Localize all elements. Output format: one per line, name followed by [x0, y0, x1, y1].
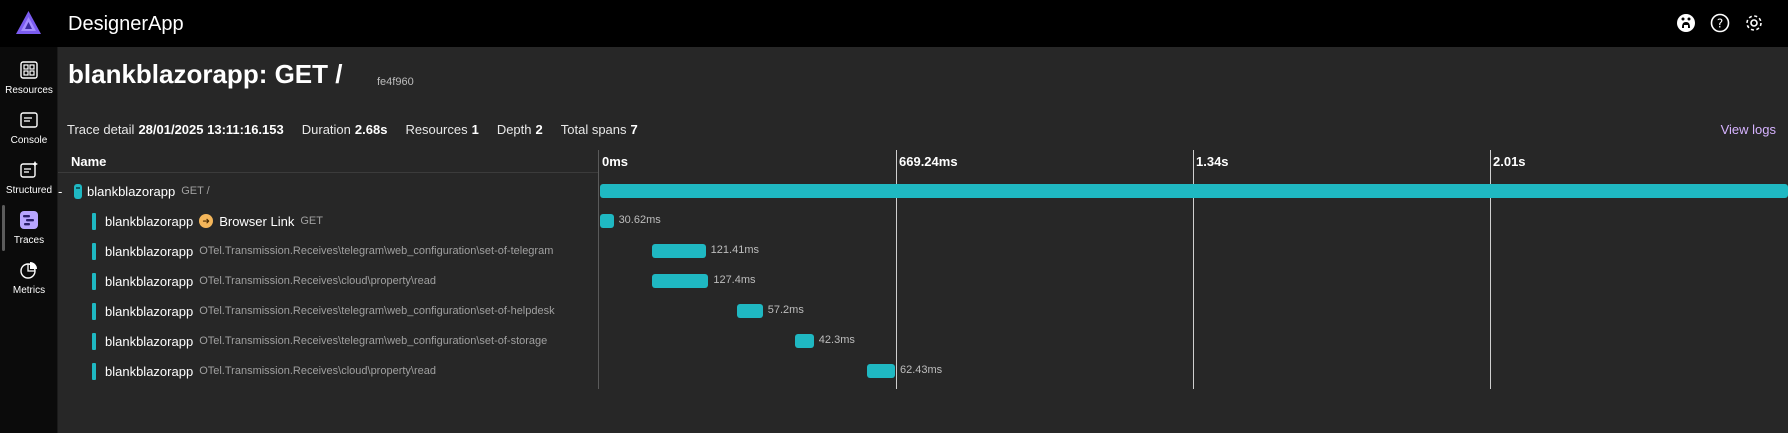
timeline-tick-label: 2.01s [1493, 154, 1526, 169]
service-color-bar [92, 242, 96, 260]
span-duration-bar[interactable] [651, 244, 706, 258]
sidebar-item-label: Metrics [12, 285, 46, 296]
sidebar-item-structured[interactable]: Structured [0, 153, 58, 203]
span-service-name: blankblazorapp [105, 363, 194, 379]
app-logo-icon[interactable] [16, 11, 41, 34]
top-icons: ? [1675, 12, 1765, 34]
span-duration-label: 30.62ms [618, 214, 661, 226]
span-name-cell: blankblazorapp OTel.Transmission.Receives… [92, 356, 436, 386]
span-name-cell: blankblazorapp OTel.Transmission.Receives… [92, 236, 553, 266]
sidebar: Resources Console Structured Traces Metr… [0, 47, 58, 433]
collapse-toggle-icon[interactable]: - [58, 184, 70, 199]
span-operation-name: GET / [181, 185, 210, 197]
span-row[interactable]: blankblazorapp ➜ Browser Link GET 30.62ms [58, 206, 1788, 236]
page-title: blankblazorapp: GET / [68, 59, 343, 89]
span-row[interactable]: blankblazorapp OTel.Transmission.Receives… [58, 356, 1788, 386]
svg-text:?: ? [1717, 17, 1723, 31]
name-column-header[interactable]: Name [71, 154, 106, 169]
span-name-cell: - blankblazorapp GET / [58, 176, 210, 206]
depth-value: 2 [535, 122, 543, 137]
span-row[interactable]: blankblazorapp OTel.Transmission.Receives… [58, 266, 1788, 296]
span-duration-bar[interactable] [600, 184, 1788, 198]
span-duration-label: 127.4ms [713, 274, 756, 286]
span-operation-name: OTel.Transmission.Receives\telegram\web_… [199, 305, 555, 317]
service-color-bar [92, 362, 96, 380]
view-logs-link[interactable]: View logs [1721, 122, 1776, 137]
console-icon [18, 109, 40, 131]
span-duration-label: 42.3ms [818, 334, 855, 346]
metrics-icon [18, 259, 40, 281]
trace-grid: Name 0ms 669.24ms 1.34s 2.01s - blankblazorap… [58, 150, 1788, 433]
span-operation-name: OTel.Transmission.Receives\telegram\web_… [199, 335, 548, 347]
settings-icon[interactable] [1743, 12, 1765, 34]
total-spans-label: Total spans [560, 122, 627, 137]
span-duration-bar[interactable] [867, 364, 895, 378]
span-row[interactable]: blankblazorapp OTel.Transmission.Receives… [58, 326, 1788, 356]
depth-label: Depth [496, 122, 532, 137]
span-service-name: blankblazorapp [105, 303, 194, 319]
timeline-tick-label: 669.24ms [899, 154, 958, 169]
sidebar-item-label: Resources [5, 85, 53, 96]
service-color-bar [92, 332, 96, 350]
trace-detail-label: Trace detail [67, 122, 135, 137]
browser-link-icon: ➜ [199, 214, 214, 228]
app-title: DesignerApp [68, 13, 184, 35]
total-spans-value: 7 [630, 122, 638, 137]
github-icon[interactable] [1675, 12, 1697, 34]
grid-icon [18, 59, 40, 81]
span-service-name: blankblazorapp [105, 273, 194, 289]
span-name-cell: blankblazorapp ➜ Browser Link GET [92, 206, 323, 236]
span-service-name: blankblazorapp [105, 333, 194, 349]
sidebar-item-resources[interactable]: Resources [0, 53, 58, 103]
resources-value: 1 [471, 122, 479, 137]
trace-summary: Trace detail 28/01/2025 13:11:16.153 Dur… [67, 122, 656, 137]
span-service-name: blankblazorapp [87, 183, 176, 199]
sidebar-item-label: Traces [13, 235, 45, 246]
top-bar: DesignerApp ? [0, 0, 1788, 47]
resources-label: Resources [405, 122, 468, 137]
structured-icon [18, 159, 40, 181]
span-duration-bar[interactable] [795, 334, 814, 348]
duration-value: 2.68s [354, 122, 388, 137]
span-service-name: blankblazorapp [105, 213, 194, 229]
span-name-cell: blankblazorapp OTel.Transmission.Receives… [92, 296, 555, 326]
header-divider [58, 172, 598, 173]
trace-id: fe4f960 [377, 76, 414, 88]
sidebar-item-label: Structured [5, 185, 53, 196]
span-operation-name: OTel.Transmission.Receives\cloud\propert… [199, 365, 436, 377]
service-icon [74, 183, 82, 199]
span-operation-name: GET [300, 215, 323, 227]
span-row[interactable]: blankblazorapp OTel.Transmission.Receives… [58, 236, 1788, 266]
sidebar-item-metrics[interactable]: Metrics [0, 253, 58, 303]
span-name-cell: blankblazorapp OTel.Transmission.Receives… [92, 326, 547, 356]
duration-label: Duration [301, 122, 351, 137]
sidebar-item-console[interactable]: Console [0, 103, 58, 153]
span-duration-label: 121.41ms [710, 244, 759, 256]
span-duration-bar[interactable] [600, 214, 614, 228]
span-name-cell: blankblazorapp OTel.Transmission.Receives… [92, 266, 436, 296]
span-duration-label: 57.2ms [767, 304, 804, 316]
span-row[interactable]: blankblazorapp OTel.Transmission.Receives… [58, 296, 1788, 326]
span-duration-label: 62.43ms [899, 364, 943, 376]
span-service-name: blankblazorapp [105, 243, 194, 259]
span-duration-bar[interactable] [651, 274, 709, 288]
span-duration-bar[interactable] [737, 304, 763, 318]
service-color-bar [92, 302, 96, 320]
service-color-bar [92, 272, 96, 290]
help-icon[interactable]: ? [1709, 12, 1731, 34]
timeline-tick-label: 0ms [602, 154, 629, 169]
sidebar-item-traces[interactable]: Traces [0, 203, 58, 253]
trace-detail-value: 28/01/2025 13:11:16.153 [138, 122, 284, 137]
trace-detail-main: blankblazorapp: GET / fe4f960 Trace deta… [58, 47, 1788, 433]
span-link-name: Browser Link [219, 213, 295, 229]
span-operation-name: OTel.Transmission.Receives\telegram\web_… [199, 245, 554, 257]
span-operation-name: OTel.Transmission.Receives\cloud\propert… [199, 275, 436, 287]
traces-icon [18, 209, 40, 231]
timeline-tick-label: 1.34s [1196, 154, 1229, 169]
sidebar-item-label: Console [10, 135, 48, 146]
service-color-bar [92, 212, 96, 230]
span-row[interactable]: - blankblazorapp GET / [58, 176, 1788, 206]
